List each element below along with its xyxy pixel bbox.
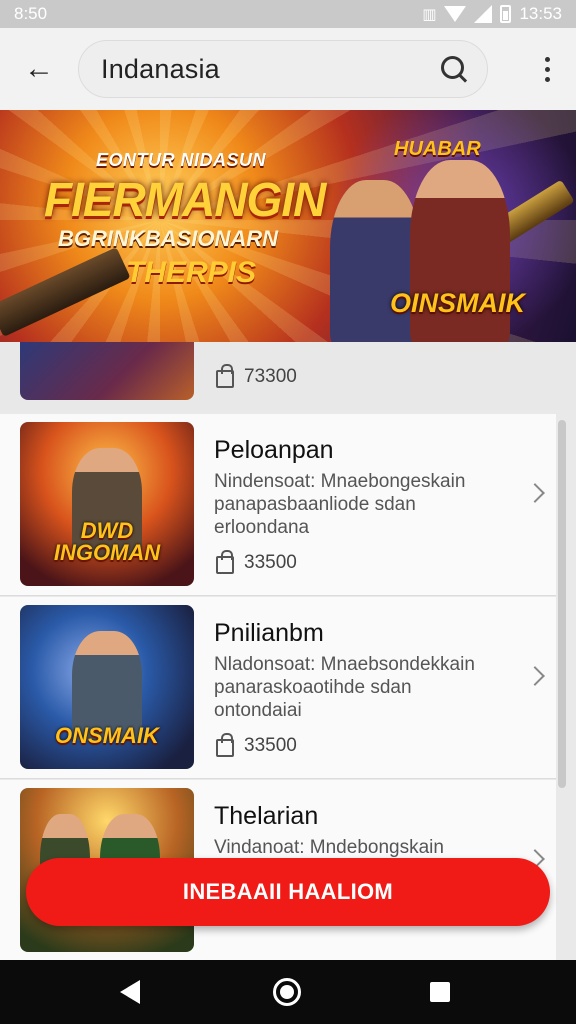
nav-home-icon[interactable] [273, 978, 301, 1006]
chevron-right-icon[interactable] [525, 666, 545, 686]
item-description: Nladonsoat: Mnaebsondekkain panaraskoaot… [214, 654, 475, 721]
thumbnail-label: ONSMAIK [55, 723, 159, 748]
nav-recent-icon[interactable] [430, 982, 450, 1002]
banner-title: FIERMANGIN [44, 171, 326, 227]
more-vert-icon[interactable] [532, 49, 562, 89]
item-price: 33500 [216, 733, 297, 757]
nav-back-icon[interactable] [120, 980, 140, 1004]
bag-icon [216, 550, 234, 574]
list-item[interactable]: ONSMAIK Pnilianbm Nladonsoat: Mnaebsonde… [0, 597, 556, 779]
item-thumbnail: ONSMAIK [20, 605, 194, 769]
list-scrollbar[interactable] [558, 420, 566, 788]
status-clock: 13:53 [519, 4, 562, 23]
system-nav-bar [0, 960, 576, 1024]
back-arrow-icon[interactable]: ← [14, 44, 64, 94]
search-icon[interactable] [439, 54, 469, 84]
list-item[interactable]: 73300 [0, 342, 576, 410]
banner-logo-top: HUABAR [394, 138, 481, 160]
primary-action-button[interactable]: INEBAAII HAALIOM [26, 858, 550, 926]
top-app-bar: ← Indanasia [0, 28, 576, 110]
banner-tag: THERPIS [126, 256, 257, 289]
status-bar: 8:50 ▥ 13:53 [0, 0, 576, 28]
item-price-value: 33500 [244, 552, 297, 573]
banner-subtitle: BGRINKBASIONARN [58, 226, 278, 251]
search-input[interactable]: Indanasia [101, 54, 439, 85]
item-price-value: 73300 [244, 366, 297, 387]
battery-icon [500, 5, 512, 23]
item-price: 73300 [216, 364, 297, 388]
banner-top-line: EONTUR NIDASUN [96, 150, 267, 170]
bag-icon [216, 733, 234, 757]
item-title: Thelarian [214, 802, 319, 830]
status-time: 8:50 [14, 4, 48, 23]
item-description: Vindanoat: Mndebongskain [214, 837, 444, 858]
item-title: Pnilianbm [214, 619, 324, 647]
signal-icon [474, 5, 493, 23]
search-bar[interactable]: Indanasia [78, 40, 488, 98]
item-thumbnail: DWD INGOMAN [20, 422, 194, 586]
bag-icon [216, 364, 234, 388]
status-icons: ▥ 13:53 [422, 4, 562, 24]
item-price-value: 33500 [244, 735, 297, 756]
banner-logo-bottom: OINSMAIK [390, 288, 525, 318]
wifi-icon [444, 6, 467, 22]
vibrate-icon: ▥ [422, 6, 437, 23]
item-thumbnail [20, 342, 194, 400]
item-title: Peloanpan [214, 436, 334, 464]
item-price: 33500 [216, 550, 297, 574]
chevron-right-icon[interactable] [525, 483, 545, 503]
item-description: Nindensoat: Mnaebongeskain panapasbaanli… [214, 471, 466, 538]
thumbnail-label: DWD INGOMAN [53, 518, 161, 565]
promo-banner[interactable]: EONTUR NIDASUN FIERMANGIN BGRINKBASIONAR… [0, 110, 576, 342]
list-item[interactable]: DWD INGOMAN Peloanpan Nindensoat: Mnaebo… [0, 414, 556, 596]
